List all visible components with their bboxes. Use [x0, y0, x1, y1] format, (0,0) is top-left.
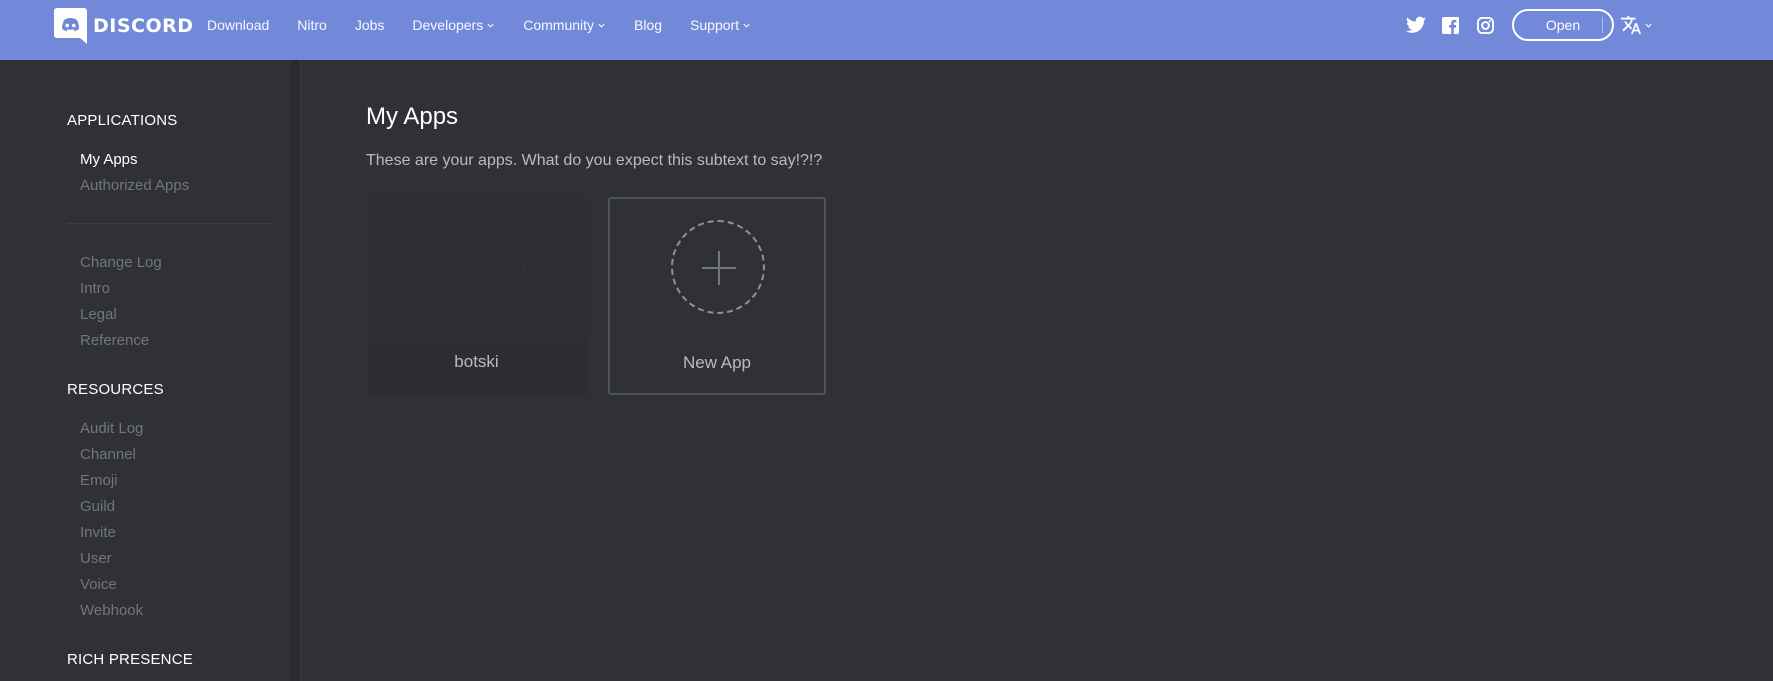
sidebar-item-authorized-apps[interactable]: Authorized Apps — [80, 177, 189, 194]
twitter-icon — [1406, 16, 1426, 33]
nav-nitro[interactable]: Nitro — [297, 17, 327, 33]
nav-download[interactable]: Download — [207, 17, 269, 33]
nav-blog-label: Blog — [634, 17, 663, 33]
sidebar — [0, 60, 300, 681]
sidebar-item-legal[interactable]: Legal — [80, 306, 117, 323]
sidebar-item-invite[interactable]: Invite — [80, 524, 116, 541]
new-app-button[interactable]: New App — [608, 197, 826, 395]
new-app-plus-circle — [671, 220, 765, 314]
facebook-link[interactable] — [1442, 0, 1459, 50]
brand-name: DISCORD — [93, 15, 194, 37]
sidebar-item-webhook[interactable]: Webhook — [80, 602, 143, 619]
instagram-icon — [1477, 16, 1494, 34]
sidebar-item-user[interactable]: User — [80, 550, 112, 567]
twitter-link[interactable] — [1406, 0, 1426, 50]
sidebar-item-voice[interactable]: Voice — [80, 576, 117, 593]
page-subtitle: These are your apps. What do you expect … — [366, 152, 823, 169]
resources-heading: RESOURCES — [67, 381, 164, 398]
language-selector[interactable] — [1620, 12, 1653, 38]
nav-support[interactable]: Support — [690, 17, 751, 33]
main-nav: Download Nitro Jobs Developers Community… — [207, 0, 779, 50]
chevron-down-icon — [598, 23, 605, 28]
new-app-label: New App — [682, 353, 752, 372]
app-avatar — [429, 220, 525, 316]
facebook-icon — [1442, 16, 1459, 34]
nav-jobs-label: Jobs — [354, 17, 385, 33]
rich-presence-heading: RICH PRESENCE — [67, 651, 193, 668]
app-thumbnail — [367, 197, 586, 339]
nav-download-label: Download — [207, 17, 270, 33]
chevron-down-icon — [1645, 23, 1652, 28]
sidebar-divider — [300, 60, 301, 681]
nav-separator — [1602, 17, 1603, 33]
chevron-down-icon — [487, 23, 494, 28]
sidebar-separator — [67, 223, 271, 224]
sidebar-item-change-log[interactable]: Change Log — [80, 254, 162, 271]
nav-community[interactable]: Community — [523, 17, 606, 33]
open-button[interactable]: Open — [1512, 9, 1614, 41]
sidebar-item-intro[interactable]: Intro — [80, 280, 110, 297]
nav-community-label: Community — [523, 17, 595, 33]
chevron-down-icon — [743, 23, 750, 28]
sidebar-scrollbar[interactable] — [291, 60, 300, 681]
sidebar-item-guild[interactable]: Guild — [80, 498, 115, 515]
discord-logo[interactable]: DISCORD — [54, 8, 194, 44]
sidebar-item-channel[interactable]: Channel — [80, 446, 136, 463]
app-card-botski[interactable]: botski — [367, 197, 586, 397]
instagram-link[interactable] — [1477, 0, 1494, 50]
discord-logo-icon — [54, 8, 87, 44]
page-title: My Apps — [366, 103, 459, 130]
open-button-label: Open — [1545, 17, 1581, 33]
applications-heading: APPLICATIONS — [67, 112, 178, 129]
nav-support-label: Support — [690, 17, 740, 33]
sidebar-item-reference[interactable]: Reference — [80, 332, 149, 349]
sidebar-item-emoji[interactable]: Emoji — [80, 472, 118, 489]
translate-icon — [1620, 15, 1642, 35]
top-nav-bar: DISCORD Download Nitro Jobs Developers C… — [0, 0, 1773, 60]
sidebar-item-audit-log[interactable]: Audit Log — [80, 420, 143, 437]
sidebar-item-my-apps[interactable]: My Apps — [80, 151, 138, 168]
nav-jobs[interactable]: Jobs — [355, 17, 385, 33]
nav-developers-label: Developers — [412, 17, 484, 33]
plus-icon-vertical — [718, 251, 720, 285]
nav-blog[interactable]: Blog — [634, 17, 662, 33]
app-name: botski — [454, 352, 499, 371]
nav-nitro-label: Nitro — [297, 17, 327, 33]
nav-developers[interactable]: Developers — [412, 17, 495, 33]
